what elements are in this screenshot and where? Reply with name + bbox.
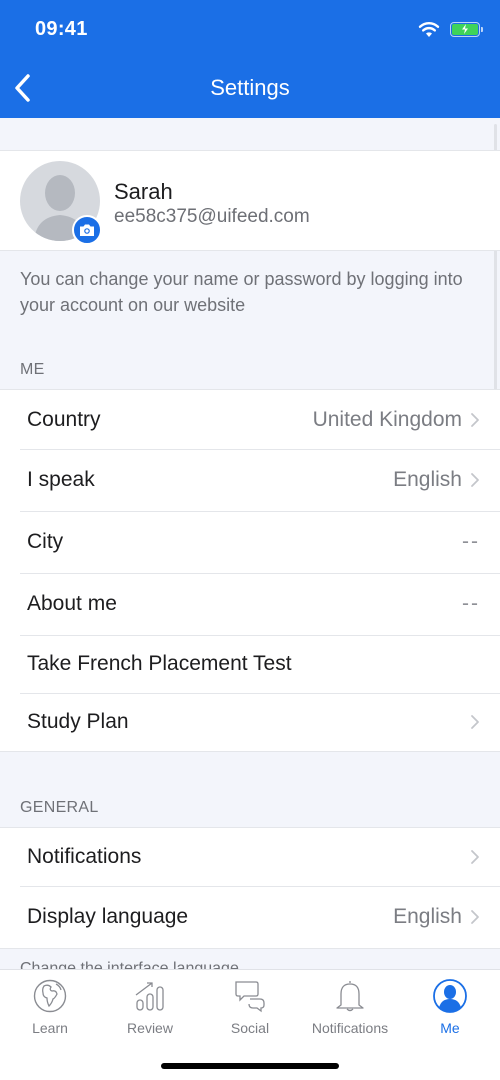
row-notifications[interactable]: Notifications: [0, 828, 500, 886]
tab-label: Review: [127, 1020, 173, 1036]
home-indicator[interactable]: [161, 1063, 339, 1069]
tab-me[interactable]: Me: [400, 978, 500, 1036]
row-about-me[interactable]: About me --: [0, 573, 500, 635]
profile-email: ee58c375@uifeed.com: [114, 206, 310, 227]
row-country[interactable]: Country United Kingdom: [0, 390, 500, 449]
section-header-general: GENERAL: [20, 799, 99, 816]
tab-label: Me: [440, 1020, 460, 1036]
profile-icon: [433, 979, 467, 1013]
row-i-speak[interactable]: I speak English: [0, 449, 500, 511]
tab-review[interactable]: Review: [100, 978, 200, 1036]
section-header-me: ME: [20, 361, 45, 378]
row-label: Notifications: [27, 845, 142, 868]
status-time: 09:41: [35, 18, 88, 40]
row-study-plan[interactable]: Study Plan: [0, 693, 500, 751]
chat-bubbles-icon: [235, 981, 265, 1013]
tab-label: Social: [230, 1020, 270, 1036]
row-label: City: [27, 530, 64, 553]
status-icons: [418, 20, 483, 38]
row-value: --: [462, 592, 480, 615]
chevron-right-icon: [471, 473, 479, 487]
row-label: About me: [27, 592, 117, 615]
row-label: I speak: [27, 468, 95, 491]
row-label: Study Plan: [27, 710, 129, 733]
row-city[interactable]: City --: [0, 511, 500, 573]
profile-name: Sarah: [114, 179, 173, 204]
settings-scroll-view[interactable]: Sarah ee58c375@uifeed.com You can change…: [0, 118, 500, 970]
row-placement-test[interactable]: Take French Placement Test: [0, 635, 500, 693]
camera-icon: [80, 224, 94, 236]
chevron-right-icon: [471, 850, 479, 864]
tab-label: Notifications: [311, 1020, 389, 1036]
page-title: Settings: [210, 75, 290, 100]
row-value: United Kingdom: [312, 407, 462, 431]
chevron-right-icon: [471, 715, 479, 729]
settings-screen: 09:41 Settings Sarah ee58c375@uifeed.com…: [0, 0, 500, 1080]
top-bar: 09:41 Settings: [0, 0, 500, 118]
row-label: Country: [27, 407, 101, 431]
row-label: Display language: [27, 905, 189, 928]
chart-bars-icon: [135, 982, 164, 1011]
change-photo-button[interactable]: [72, 215, 102, 245]
wifi-icon: [418, 22, 440, 37]
row-value: English: [393, 468, 462, 491]
globe-icon: [33, 979, 67, 1013]
chevron-right-icon: [471, 412, 479, 427]
tab-notifications[interactable]: Notifications: [300, 978, 400, 1036]
account-info-text: You can change your name or password by …: [20, 269, 463, 315]
row-value: English: [393, 905, 462, 928]
tab-social[interactable]: Social: [200, 978, 300, 1036]
bell-icon: [336, 981, 364, 1012]
chevron-right-icon: [471, 910, 479, 924]
row-label: Take French Placement Test: [27, 652, 292, 675]
profile-card[interactable]: Sarah ee58c375@uifeed.com: [0, 150, 500, 251]
tab-learn[interactable]: Learn: [0, 978, 100, 1036]
tab-label: Learn: [32, 1020, 68, 1036]
battery-charging-icon: [450, 21, 483, 37]
row-value: --: [462, 530, 480, 553]
general-settings-group: Notifications Display language English: [0, 827, 500, 949]
row-display-language[interactable]: Display language English: [0, 886, 500, 948]
me-settings-group: Country United Kingdom I speak English C…: [0, 389, 500, 752]
